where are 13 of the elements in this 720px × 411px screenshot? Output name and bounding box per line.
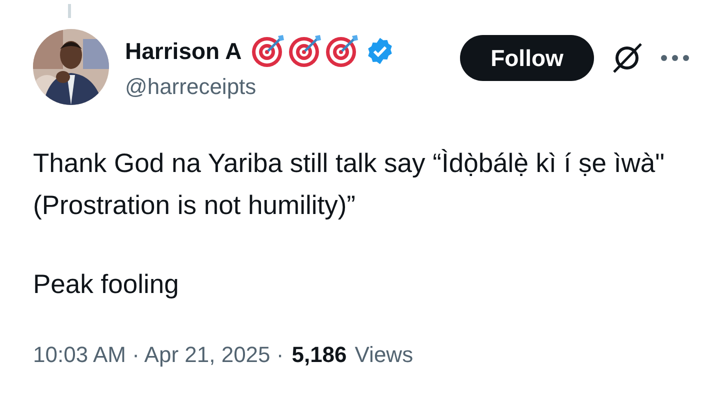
author-handle[interactable]: @harreceipts: [125, 74, 460, 100]
post-text: Thank God na Yariba still talk say “Ìdọ̀bálẹ̀ kì í ṣe ìwà" (Prostration is not humility)”: [33, 147, 666, 222]
target-icon: [288, 34, 322, 68]
views-label: Views: [354, 342, 414, 368]
target-icon: [250, 34, 285, 68]
follow-button[interactable]: Follow: [460, 35, 594, 81]
post-timestamp[interactable]: 10:03 AM · Apr 21, 2025 ·: [33, 342, 284, 368]
slashed-circle-icon[interactable]: [610, 41, 644, 75]
author-name[interactable]: Harrison A: [125, 38, 242, 64]
more-icon[interactable]: [660, 53, 690, 63]
target-icon: [324, 34, 359, 68]
post-text: Peak fooling: [33, 268, 180, 301]
views-count: 5,186: [292, 342, 347, 368]
